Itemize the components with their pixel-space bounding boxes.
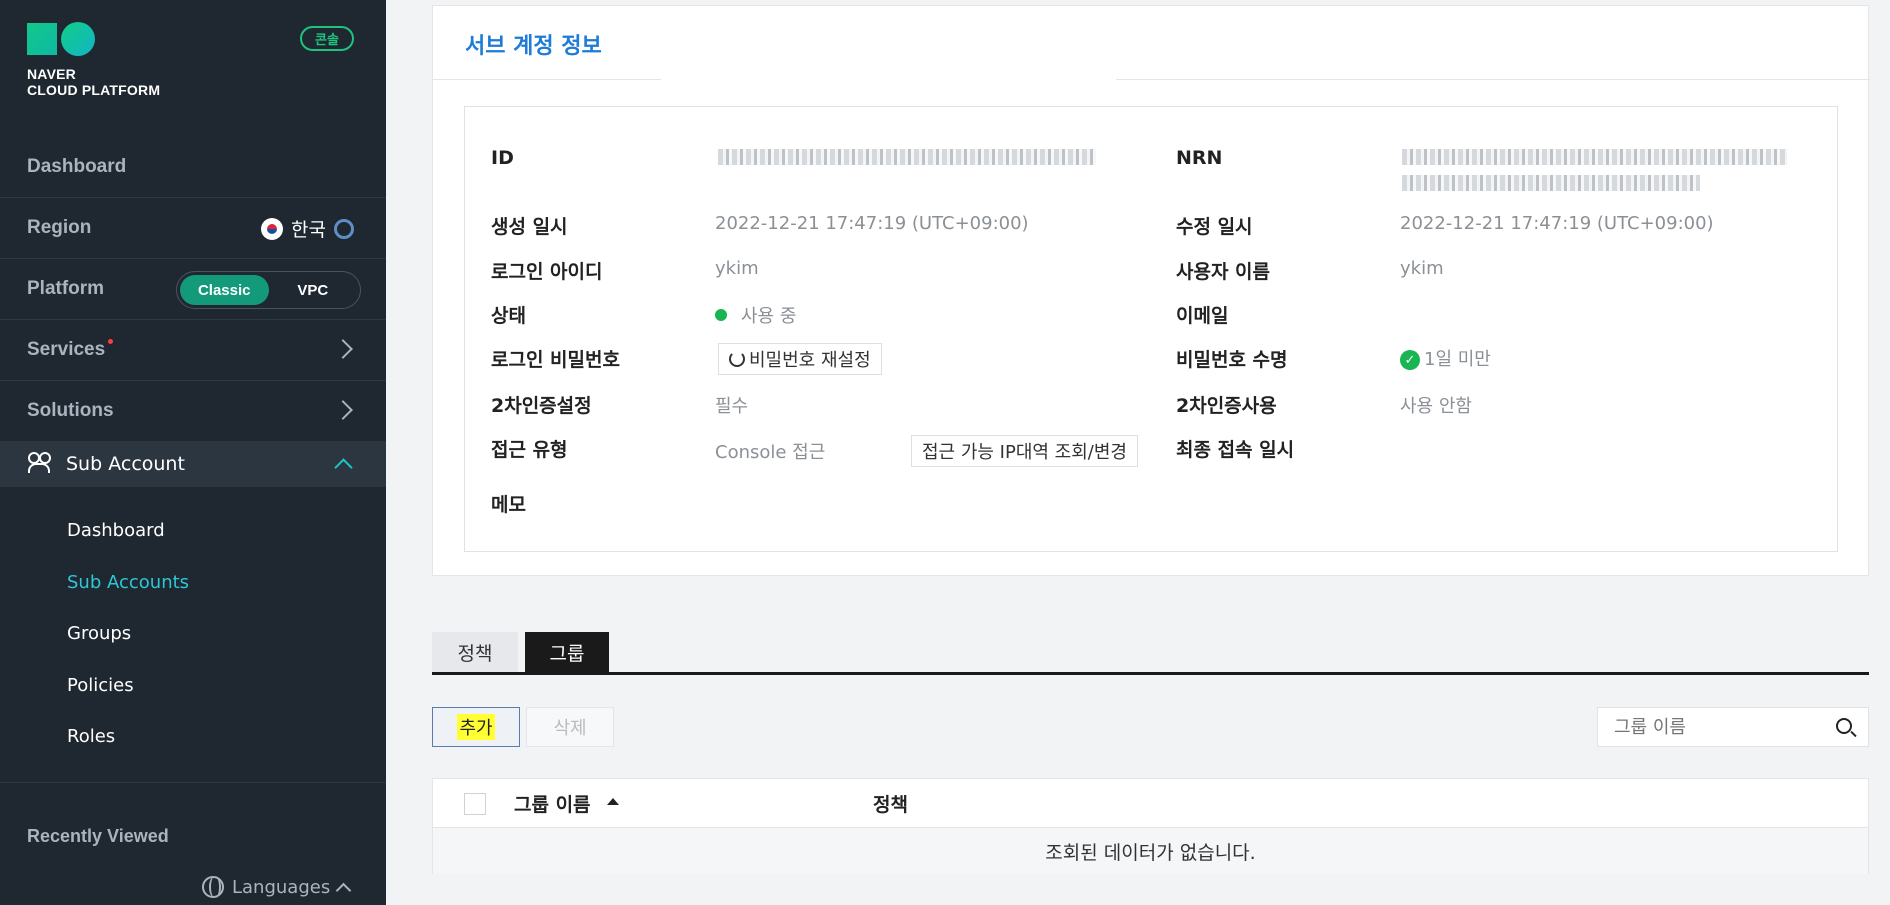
login-id-value: ykim (715, 258, 759, 279)
logo-mark-icon (27, 22, 160, 56)
access-type-value: Console 접근 (715, 442, 826, 463)
ip-range-button[interactable]: 접근 가능 IP대역 조회/변경 (911, 435, 1138, 467)
card-title: 서브 계정 정보 (465, 34, 602, 59)
access-type-label: 접근 유형 (491, 439, 568, 461)
column-group-name[interactable]: 그룹 이름 (514, 790, 619, 817)
group-search-input[interactable] (1598, 708, 1818, 746)
gear-icon[interactable] (334, 218, 354, 239)
naver-cloud-logo[interactable]: NAVER CLOUD PLATFORM (27, 22, 160, 98)
nav-services[interactable]: Services (0, 320, 386, 381)
password-reset-label: 비밀번호 재설정 (749, 350, 871, 371)
chevron-up-icon (334, 458, 353, 477)
nav-platform: Platform Classic VPC (0, 259, 386, 320)
sub-item-sub-accounts[interactable]: Sub Accounts (67, 572, 189, 593)
card-divider (433, 79, 1870, 80)
sub-item-groups[interactable]: Groups (67, 623, 131, 644)
nav-sub-account[interactable]: Sub Account (0, 441, 386, 487)
twofa-setting-label: 2차인증설정 (491, 395, 592, 417)
column-group-name-label: 그룹 이름 (514, 794, 591, 816)
nrn-value-redacted-line2 (1402, 175, 1700, 191)
sub-item-policies[interactable]: Policies (67, 675, 134, 696)
nav-solutions-label: Solutions (27, 400, 114, 421)
twofa-use-label: 2차인증사용 (1176, 395, 1277, 417)
nav-region-label: Region (27, 217, 92, 238)
nav-platform-label: Platform (27, 278, 105, 299)
tab-policies[interactable]: 정책 (432, 632, 518, 673)
twofa-use-value: 사용 안함 (1400, 396, 1472, 417)
created-label: 생성 일시 (491, 216, 568, 238)
column-policy: 정책 (873, 794, 908, 816)
twofa-setting-value: 필수 (715, 396, 749, 417)
empty-message: 조회된 데이터가 없습니다. (433, 828, 1868, 874)
logo-line-2: CLOUD PLATFORM (27, 82, 161, 98)
status-value: 사용 중 (715, 302, 796, 328)
info-panel: ID 생성 일시 2022-12-21 17:47:19 (UTC+09:00)… (464, 106, 1838, 552)
search-icon[interactable] (1836, 718, 1852, 734)
chevron-right-icon (333, 339, 353, 359)
region-value: 한국 (291, 220, 326, 241)
nav-services-label: Services (27, 339, 106, 360)
nav-dashboard[interactable]: Dashboard (0, 137, 386, 198)
nav-sub-account-label: Sub Account (66, 453, 185, 475)
refresh-icon (729, 351, 745, 367)
sub-item-roles[interactable]: Roles (67, 726, 115, 747)
delete-button[interactable]: 삭제 (526, 707, 614, 747)
sub-item-dashboard[interactable]: Dashboard (67, 520, 165, 541)
check-circle-icon: ✓ (1400, 350, 1420, 370)
platform-classic-option[interactable]: Classic (180, 275, 269, 305)
created-value: 2022-12-21 17:47:19 (UTC+09:00) (715, 213, 1029, 234)
group-search-box (1597, 707, 1869, 747)
chevron-up-icon (335, 882, 352, 898)
add-button[interactable]: 추가 (432, 707, 520, 747)
chevron-right-icon (333, 400, 353, 420)
last-access-label: 최종 접속 일시 (1176, 439, 1295, 461)
id-label: ID (491, 147, 514, 169)
region-selector[interactable]: 한국 (261, 215, 354, 242)
nav-dashboard-label: Dashboard (27, 156, 127, 177)
password-reset-button[interactable]: 비밀번호 재설정 (718, 343, 882, 375)
modified-label: 수정 일시 (1176, 216, 1253, 238)
username-label: 사용자 이름 (1176, 261, 1271, 283)
select-all-checkbox[interactable] (464, 793, 486, 815)
languages-selector[interactable]: Languages (202, 876, 352, 898)
tab-groups[interactable]: 그룹 (525, 632, 609, 673)
logo-line-1: NAVER (27, 66, 76, 82)
platform-toggle[interactable]: Classic VPC (176, 271, 361, 309)
korea-flag-icon (261, 217, 284, 240)
nav-solutions[interactable]: Solutions (0, 381, 386, 442)
status-value-text: 사용 중 (741, 306, 797, 327)
memo-label: 메모 (491, 494, 526, 516)
sub-account-info-card: 서브 계정 정보 ID 생성 일시 2022-12-21 17:47:19 (U… (432, 5, 1870, 576)
status-label: 상태 (491, 305, 526, 327)
console-badge[interactable]: 콘솔 (300, 26, 354, 51)
email-label: 이메일 (1176, 305, 1229, 327)
sidebar: NAVER CLOUD PLATFORM 콘솔 Dashboard Region… (0, 0, 386, 905)
globe-icon (202, 876, 224, 898)
password-label: 로그인 비밀번호 (491, 349, 620, 371)
tab-underline (432, 672, 1869, 675)
platform-vpc-option[interactable]: VPC (269, 275, 358, 305)
pw-lifetime-label: 비밀번호 수명 (1176, 349, 1288, 371)
card-divider-gap (661, 66, 1116, 106)
sort-ascending-icon (606, 798, 619, 805)
modified-value: 2022-12-21 17:47:19 (UTC+09:00) (1400, 213, 1714, 234)
status-active-dot-icon (715, 309, 727, 321)
login-id-label: 로그인 아이디 (491, 261, 603, 283)
groups-table: 그룹 이름 정책 조회된 데이터가 없습니다. (432, 778, 1869, 874)
logo-text: NAVER CLOUD PLATFORM (27, 66, 160, 98)
languages-label: Languages (232, 876, 331, 898)
recently-viewed-heading[interactable]: Recently Viewed (27, 826, 169, 847)
add-button-label: 추가 (457, 714, 495, 740)
users-icon (28, 452, 51, 474)
new-indicator-dot (108, 338, 114, 344)
nav-region: Region 한국 (0, 198, 386, 259)
sidebar-divider (0, 782, 386, 783)
nrn-label: NRN (1176, 147, 1223, 169)
pw-lifetime-text: 1일 미만 (1424, 349, 1491, 370)
table-header: 그룹 이름 정책 (433, 779, 1868, 828)
username-value: ykim (1400, 258, 1444, 279)
nrn-value-redacted-line1 (1402, 149, 1787, 165)
id-value-redacted (718, 149, 1096, 165)
pw-lifetime-value: ✓ 1일 미만 (1400, 345, 1491, 371)
